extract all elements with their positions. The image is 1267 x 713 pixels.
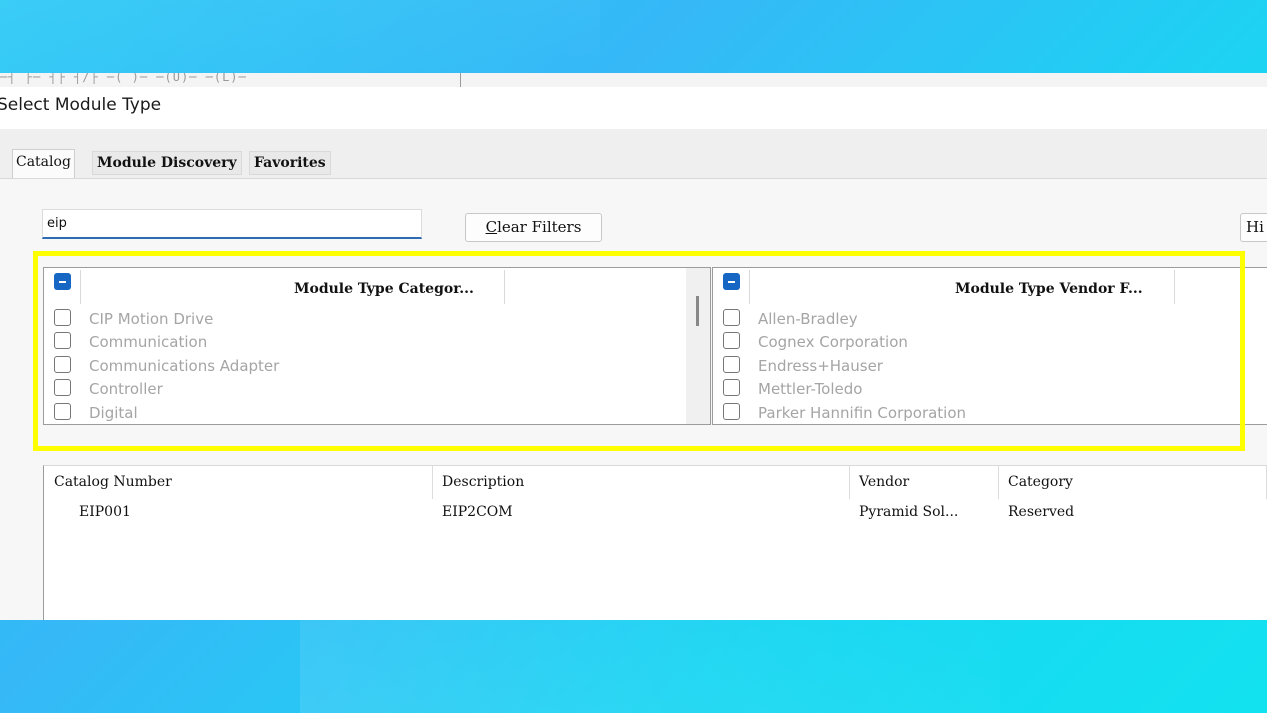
search-input[interactable] bbox=[43, 210, 421, 237]
ladder-toolbar-strip: ─┤ ├─ ┤├ ┤/├ ─( )─ ─(U)─ ─(L)─ bbox=[0, 73, 1267, 88]
clear-filters-accesskey: C bbox=[485, 218, 498, 236]
cell-vendor[interactable]: Pyramid Sol... bbox=[859, 504, 958, 520]
background-shape bbox=[300, 618, 1000, 713]
toolbar-separator bbox=[460, 73, 461, 87]
results-table: Catalog Number Description Vendor Catego… bbox=[43, 465, 1267, 620]
hide-filters-button[interactable]: Hi bbox=[1240, 213, 1267, 242]
column-separator bbox=[432, 466, 433, 499]
tab-catalog[interactable]: Catalog bbox=[12, 149, 75, 178]
tab-strip: Catalog Module Discovery Favorites bbox=[0, 129, 1267, 179]
tab-favorites[interactable]: Favorites bbox=[249, 151, 331, 175]
clear-filters-label: lear Filters bbox=[497, 218, 582, 236]
column-header-vendor[interactable]: Vendor bbox=[859, 474, 909, 490]
screenshot-window: ─┤ ├─ ┤├ ┤/├ ─( )─ ─(U)─ ─(L)─ Select Mo… bbox=[0, 73, 1267, 620]
cell-catalog-number[interactable]: EIP001 bbox=[79, 504, 131, 520]
column-separator bbox=[849, 466, 850, 499]
column-separator bbox=[998, 466, 999, 499]
dialog-title: Select Module Type bbox=[0, 95, 162, 115]
clear-filters-button[interactable]: Clear Filters bbox=[465, 213, 602, 242]
column-header-category[interactable]: Category bbox=[1008, 474, 1073, 490]
column-header-catalog-number[interactable]: Catalog Number bbox=[54, 474, 172, 490]
dialog-titlebar: Select Module Type bbox=[0, 87, 1267, 129]
search-field-wrapper bbox=[42, 209, 422, 239]
tab-module-discovery[interactable]: Module Discovery bbox=[92, 151, 242, 175]
column-header-description[interactable]: Description bbox=[442, 474, 524, 490]
yellow-highlight-annotation bbox=[33, 251, 1245, 451]
ladder-instruction-icons[interactable]: ─┤ ├─ ┤├ ┤/├ ─( )─ ─(U)─ ─(L)─ bbox=[0, 73, 247, 84]
background-shape bbox=[0, 0, 600, 80]
cell-category[interactable]: Reserved bbox=[1008, 504, 1074, 520]
cell-description[interactable]: EIP2COM bbox=[442, 504, 513, 520]
